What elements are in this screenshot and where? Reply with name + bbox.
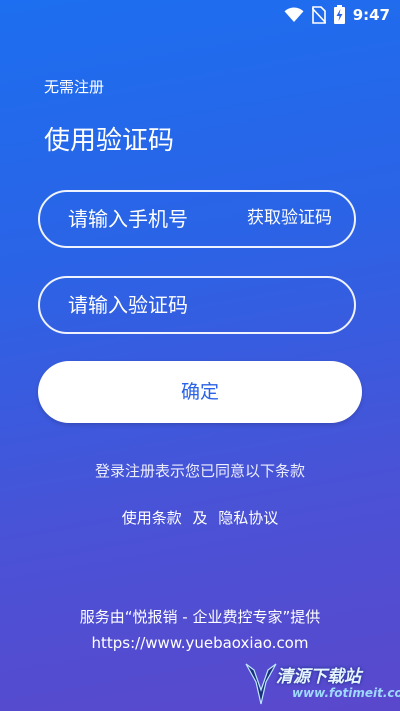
get-code-button[interactable]: 获取验证码 <box>247 192 332 245</box>
watermark-name: 清源下载站 <box>276 667 361 687</box>
phone-field-container: 获取验证码 <box>38 190 356 248</box>
watermark-url: www.fotimeit.com <box>292 686 400 700</box>
no-registration-label: 无需注册 <box>44 78 105 96</box>
terms-notice: 登录注册表示您已同意以下条款 <box>94 462 305 480</box>
status-icons: 9:47 <box>284 5 390 24</box>
status-bar: 9:47 <box>0 0 400 32</box>
provider-text: 服务由“悦报销 - 企业费控专家”提供 <box>79 608 321 626</box>
no-sim-icon <box>311 5 326 24</box>
watermark: 清源下载站 www.fotimeit.com <box>244 660 400 708</box>
terms-links: 使用条款 及 隐私协议 <box>0 507 400 528</box>
page-title: 使用验证码 <box>44 126 175 156</box>
status-time: 9:47 <box>352 5 390 24</box>
provider-url: https://www.yuebaoxiao.com <box>91 634 309 652</box>
usage-terms-link[interactable]: 使用条款 <box>122 509 182 527</box>
phone-input[interactable] <box>68 192 198 246</box>
and-text: 及 <box>192 509 208 527</box>
battery-charging-icon <box>333 5 345 24</box>
code-field-container <box>38 276 356 334</box>
privacy-policy-link[interactable]: 隐私协议 <box>218 509 278 527</box>
watermark-logo-icon <box>245 663 277 705</box>
confirm-button[interactable]: 确定 <box>38 361 362 423</box>
verification-code-input[interactable] <box>68 278 328 332</box>
wifi-icon <box>284 6 304 22</box>
